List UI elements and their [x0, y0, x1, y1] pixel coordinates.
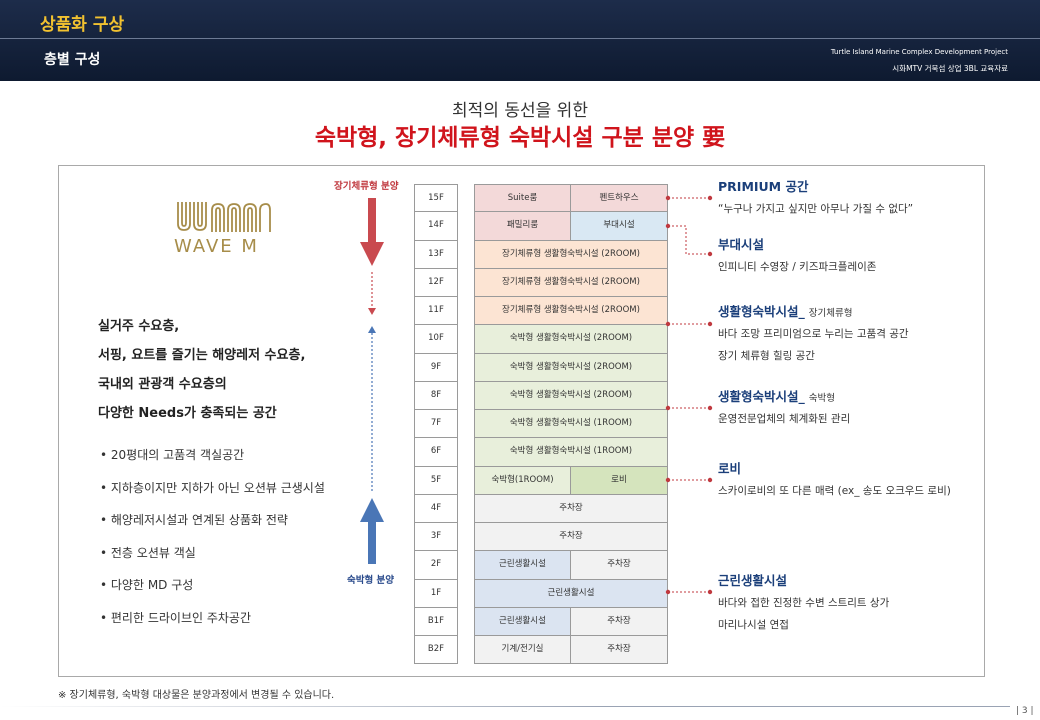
- annotation-title: 로비: [718, 461, 742, 476]
- annotation-amenity: 부대시설 인피니티 수영장 / 키즈파크플레이존: [718, 234, 876, 278]
- connector-dot: [665, 405, 671, 411]
- connector-dot: [707, 477, 713, 483]
- annotation-title: PRIMIUM 공간: [718, 179, 809, 194]
- connector-dot: [707, 589, 713, 595]
- annotation-title-text: 생활형숙박시설_: [718, 304, 805, 319]
- annotation-line: 인피니티 수영장 / 키즈파크플레이존: [718, 261, 877, 273]
- connector-dot: [665, 477, 671, 483]
- annotation-line: 바다와 접한 진정한 수변 스트리트 상가: [718, 597, 890, 609]
- connector-dot: [707, 251, 713, 257]
- connector-dot: [665, 589, 671, 595]
- annotation-long-stay: 생활형숙박시설_ 장기체류형 바다 조망 프리미엄으로 누리는 고품격 공간 장기…: [718, 301, 909, 367]
- annotation-short-stay: 생활형숙박시설_ 숙박형 운영전문업체의 체계화된 관리: [718, 386, 850, 430]
- annotation-premium: PRIMIUM 공간 “누구나 가지고 싶지만 아무나 가질 수 없다”: [718, 176, 913, 220]
- footnote: ※ 장기체류형, 숙박형 대상물은 분양과정에서 변경될 수 있습니다.: [58, 690, 335, 701]
- annotation-title: 근린생활시설: [718, 573, 788, 588]
- connector-dot: [665, 223, 671, 229]
- page-number: | 3 |: [1016, 706, 1034, 716]
- annotation-line: 바다 조망 프리미엄으로 누리는 고품격 공간: [718, 328, 909, 340]
- annotation-line: 장기 체류형 힐링 공간: [718, 350, 815, 362]
- annotation-retail: 근린생활시설 바다와 접한 진정한 수변 스트리트 상가 마리나시설 연접: [718, 570, 889, 636]
- connector-dot: [665, 321, 671, 327]
- connector-dot: [707, 405, 713, 411]
- footer-divider: [0, 706, 1010, 707]
- annotation-title-sub: 장기체류형: [808, 308, 853, 319]
- connector-dot: [665, 195, 671, 201]
- annotation-line: “누구나 가지고 싶지만 아무나 가질 수 없다”: [718, 203, 914, 215]
- annotation-title-text: 생활형숙박시설_: [718, 389, 805, 404]
- connector-line: [668, 225, 710, 255]
- annotation-line: 스카이로비의 또 다른 매력 (ex_ 송도 오크우드 로비): [718, 485, 951, 497]
- connector-dot: [707, 321, 713, 327]
- connector-dot: [707, 195, 713, 201]
- annotation-line: 마리나시설 연접: [718, 619, 789, 631]
- annotation-title: 생활형숙박시설_ 숙박형: [718, 386, 850, 408]
- annotation-line: 운영전문업체의 체계화된 관리: [718, 413, 851, 425]
- annotation-lobby: 로비 스카이로비의 또 다른 매력 (ex_ 송도 오크우드 로비): [718, 458, 951, 502]
- annotation-title: 부대시설: [718, 237, 765, 252]
- annotation-title: 생활형숙박시설_ 장기체류형: [718, 301, 909, 323]
- annotation-title-sub: 숙박형: [808, 393, 835, 404]
